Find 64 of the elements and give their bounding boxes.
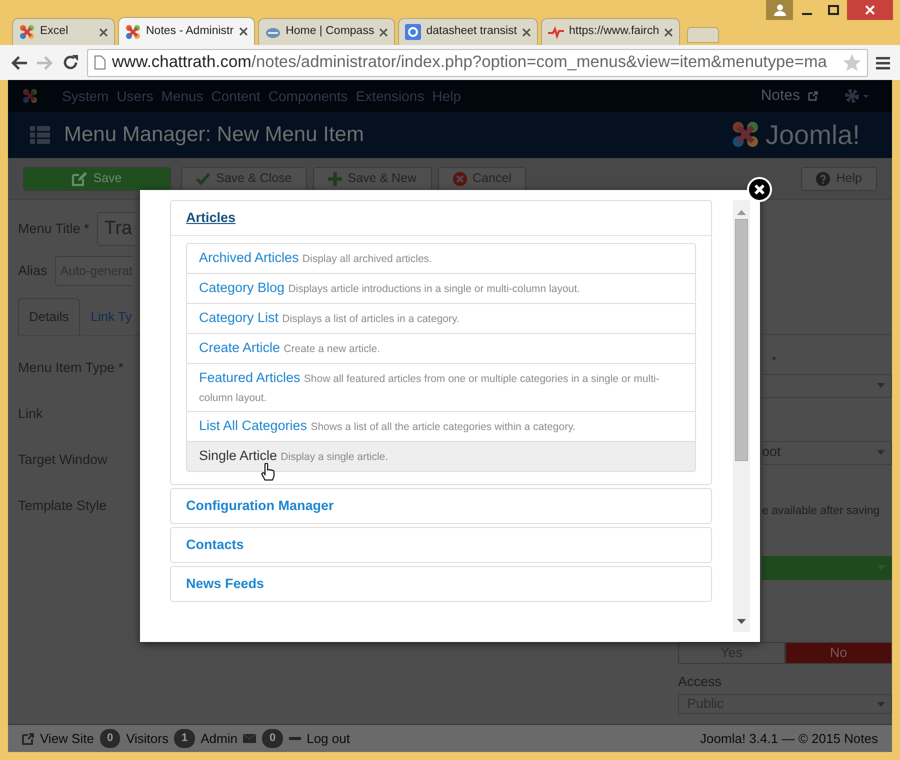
toggle-option[interactable]: No (785, 642, 892, 664)
scrollbar[interactable] (733, 200, 750, 632)
joomla-favicon-icon (125, 24, 141, 40)
admin-link[interactable]: Admin (200, 728, 238, 748)
browser-tab[interactable]: datasheet transist (398, 18, 538, 45)
hand-cursor-icon (261, 462, 275, 481)
browser-tab[interactable]: Excel (12, 18, 115, 45)
joomla-favicon-icon (19, 24, 35, 40)
star-icon[interactable] (843, 54, 861, 71)
menu-type-item[interactable]: Category List Displays a list of articles in a category. (186, 303, 696, 334)
cancel-icon (452, 172, 467, 186)
check-icon (196, 172, 210, 185)
minus-icon (288, 736, 301, 740)
visitors-link[interactable]: Visitors (126, 728, 168, 748)
browser-tab[interactable]: Home | Compass (258, 18, 396, 45)
user-icon (774, 4, 786, 16)
close-icon (865, 5, 875, 15)
menu-type-item[interactable]: Archived Articles Display all archived articles. (186, 243, 696, 274)
url-text: www.chattrath.com/notes/administrator/index.php?option=com_menus&view=item&menutype=ma (112, 52, 827, 74)
select-field[interactable] (762, 374, 892, 398)
maximize-icon (828, 5, 839, 15)
page-icon (94, 55, 106, 70)
favicon-icon (548, 24, 564, 40)
menu-type-item[interactable]: Create Article Create a new article. (186, 332, 696, 364)
menu-icon[interactable] (876, 56, 890, 70)
external-link-icon (22, 732, 34, 744)
back-icon[interactable] (10, 54, 28, 70)
list-icon (30, 126, 50, 144)
logout-link[interactable]: Log out (306, 728, 350, 748)
accordion-header[interactable]: Contacts (171, 528, 711, 562)
select-field[interactable] (762, 556, 892, 580)
plus-icon (328, 172, 342, 186)
menu-type-item[interactable]: Featured Articles Show all featured articles from one or multiple categories in a single or multi-column layout. (186, 362, 696, 412)
close-icon[interactable] (238, 27, 248, 36)
page-title: Menu Manager: New Menu Item (64, 122, 364, 148)
count-badge: 0 (262, 729, 283, 748)
menu-type-item[interactable]: Category Blog Displays article introductions in a single or multi-column layout. (186, 273, 696, 304)
browser-tab[interactable]: Notes - Administr (118, 17, 255, 45)
count-badge: 0 (100, 729, 120, 748)
accordion-header[interactable]: Configuration Manager (171, 488, 711, 523)
scroll-up-icon (737, 210, 746, 215)
joomla-logo: Joomla! (731, 114, 860, 156)
close-window-button[interactable] (847, 0, 893, 20)
help-icon (816, 172, 830, 186)
caret-icon (877, 383, 885, 388)
minimize-icon (802, 13, 812, 15)
accordion-header[interactable]: Articles (171, 201, 711, 236)
edit-icon (72, 172, 88, 186)
browser-tab[interactable]: https://www.fairch (540, 18, 680, 45)
required-mark: * (772, 354, 776, 369)
copyright-text: Joomla! 3.4.1 — © 2015 Notes (700, 730, 878, 748)
scroll-down-icon (737, 619, 746, 624)
address-field[interactable]: www.chattrath.com/notes/administrator/index.php?option=com_menus&view=item&menutype=ma (87, 48, 868, 76)
count-badge: 1 (174, 729, 195, 748)
accordion-header[interactable]: News Feeds (171, 567, 711, 602)
mail-icon (243, 734, 256, 743)
site-link[interactable]: Notes (760, 84, 800, 108)
favicon-icon (405, 24, 422, 40)
caret-icon (877, 450, 885, 455)
view-site-link[interactable]: View Site (40, 728, 94, 748)
caret-icon (877, 702, 885, 706)
save-button[interactable]: Save (23, 166, 171, 190)
reload-icon[interactable] (62, 54, 79, 71)
external-link-icon (808, 91, 818, 101)
